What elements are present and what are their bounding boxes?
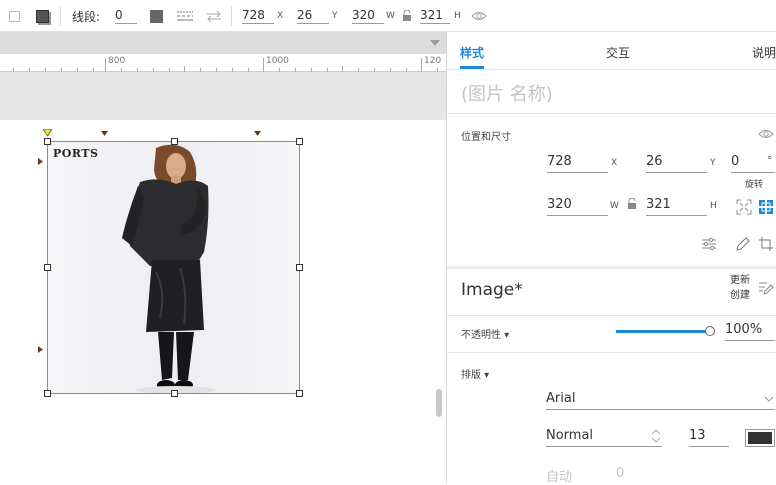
resize-handle[interactable] xyxy=(296,390,303,397)
resize-handle[interactable] xyxy=(44,390,51,397)
position-size-label: 位置和尺寸 xyxy=(461,132,511,143)
canvas-page-bar xyxy=(0,32,446,54)
crop-icon[interactable] xyxy=(758,236,774,252)
chevron-down-icon xyxy=(765,397,773,402)
letter-spacing-input[interactable]: 0 xyxy=(616,466,624,481)
toolbar-y-input[interactable]: 26 xyxy=(297,0,329,32)
style-name[interactable]: Image* xyxy=(461,280,523,300)
aspect-lock-icon[interactable] xyxy=(627,198,637,210)
rotation-unit: ° xyxy=(767,154,773,167)
toolbar-y-unit: Y xyxy=(332,11,338,21)
style-update-create[interactable]: 更新 创建 xyxy=(730,273,750,303)
fit-to-content-icon[interactable] xyxy=(736,199,752,215)
segment-label: 线段: xyxy=(72,9,101,24)
resize-handle[interactable] xyxy=(296,138,303,145)
chevron-down-icon[interactable] xyxy=(430,40,440,46)
x-unit: X xyxy=(611,158,618,168)
selected-image-widget[interactable]: PORTS xyxy=(47,141,300,394)
line-color-icon[interactable] xyxy=(150,0,163,32)
height-input[interactable]: 321 xyxy=(646,196,707,216)
toolbar-w-unit: W xyxy=(386,11,395,21)
horizontal-ruler: 800 1000 120 xyxy=(0,54,446,72)
font-weight-select[interactable]: Normal xyxy=(546,427,662,447)
line-spacing-input[interactable]: 自动 xyxy=(546,466,572,485)
visibility-eye-icon[interactable] xyxy=(471,0,487,32)
toolbar-h-unit: H xyxy=(454,11,461,21)
ruler-tick-label: 800 xyxy=(108,56,126,66)
fashion-model-image xyxy=(48,142,299,393)
segment-input[interactable]: 0 xyxy=(115,0,137,32)
opacity-slider-track[interactable] xyxy=(616,330,710,333)
y-input[interactable]: 26 xyxy=(646,153,707,173)
guide-marker-icon[interactable] xyxy=(101,131,109,137)
font-color-swatch[interactable] xyxy=(745,429,775,447)
font-weight-value: Normal xyxy=(546,428,594,443)
update-style-link[interactable]: 更新 xyxy=(730,273,750,288)
visibility-eye-icon[interactable] xyxy=(758,128,774,140)
resize-handle[interactable] xyxy=(44,138,51,145)
w-unit: W xyxy=(610,201,619,211)
h-unit: H xyxy=(710,201,717,211)
edit-pencil-icon[interactable] xyxy=(735,236,751,252)
active-tab-indicator xyxy=(460,66,484,69)
opacity-slider-fill xyxy=(616,330,710,333)
lock-icon[interactable] xyxy=(402,0,412,32)
guide-marker-icon[interactable] xyxy=(38,158,44,166)
font-family-select[interactable]: Arial xyxy=(546,390,775,410)
toolbar-divider xyxy=(231,6,232,26)
toolbar-x-unit: X xyxy=(277,11,284,21)
adjust-sliders-icon[interactable] xyxy=(701,237,717,251)
toolbar-h-input[interactable]: 321 xyxy=(420,0,450,32)
resize-handle[interactable] xyxy=(296,264,303,271)
style-edit-icon[interactable] xyxy=(758,280,774,296)
image-brand-text: PORTS xyxy=(53,147,99,160)
arrow-style-icon[interactable] xyxy=(206,0,222,32)
updown-chevron-icon xyxy=(652,429,660,443)
typography-label: 排版 ▾ xyxy=(461,370,490,381)
inspector-panel: 样式 交互 说明 (图片 名称) 位置和尺寸 728 X 26 Y 0 ° 旋转… xyxy=(446,32,776,485)
opacity-label: 不透明性 ▾ xyxy=(461,330,510,341)
create-style-link[interactable]: 创建 xyxy=(730,288,750,303)
ruler-tick-label: 120 xyxy=(424,56,442,66)
divider xyxy=(447,315,776,316)
ruler-tick-label: 1000 xyxy=(266,56,289,66)
resize-handle[interactable] xyxy=(171,390,178,397)
toolbar-x-input[interactable]: 728 xyxy=(242,0,274,32)
section-divider xyxy=(447,266,776,269)
font-size-input[interactable]: 13 xyxy=(689,427,729,447)
inspector-tabs: 样式 交互 说明 xyxy=(447,32,776,70)
top-toolbar: 线段: 0 728 X 26 Y 320 W 321 H xyxy=(0,0,776,32)
font-family-value: Arial xyxy=(546,391,576,406)
widget-name-input[interactable]: (图片 名称) xyxy=(461,80,553,106)
guide-marker-icon[interactable] xyxy=(38,346,44,354)
divider xyxy=(447,352,776,353)
canvas-area[interactable]: 800 1000 120 PORTS xyxy=(0,32,446,483)
resize-handle[interactable] xyxy=(44,264,51,271)
tab-style[interactable]: 样式 xyxy=(460,44,484,61)
fit-to-image-icon[interactable] xyxy=(758,199,774,215)
guide-marker-icon[interactable] xyxy=(43,129,53,137)
y-unit: Y xyxy=(710,158,716,168)
canvas-gray-band xyxy=(0,72,446,120)
opacity-slider-thumb[interactable] xyxy=(705,326,715,336)
divider xyxy=(447,113,776,114)
vertical-scrollbar-thumb[interactable] xyxy=(436,389,442,417)
x-input[interactable]: 728 xyxy=(547,153,608,173)
tab-notes[interactable]: 说明 xyxy=(752,44,776,61)
tab-interaction[interactable]: 交互 xyxy=(606,44,630,61)
border-swatch-icon[interactable] xyxy=(36,0,49,32)
line-style-icon[interactable] xyxy=(177,0,193,32)
resize-handle[interactable] xyxy=(171,138,178,145)
toolbar-divider xyxy=(60,6,61,26)
rotation-label: 旋转 xyxy=(745,180,764,190)
guide-marker-icon[interactable] xyxy=(254,131,262,137)
opacity-input[interactable]: 100% xyxy=(725,321,775,341)
toolbar-w-input[interactable]: 320 xyxy=(352,0,384,32)
width-input[interactable]: 320 xyxy=(547,196,608,216)
fill-swatch-icon[interactable] xyxy=(9,0,20,32)
